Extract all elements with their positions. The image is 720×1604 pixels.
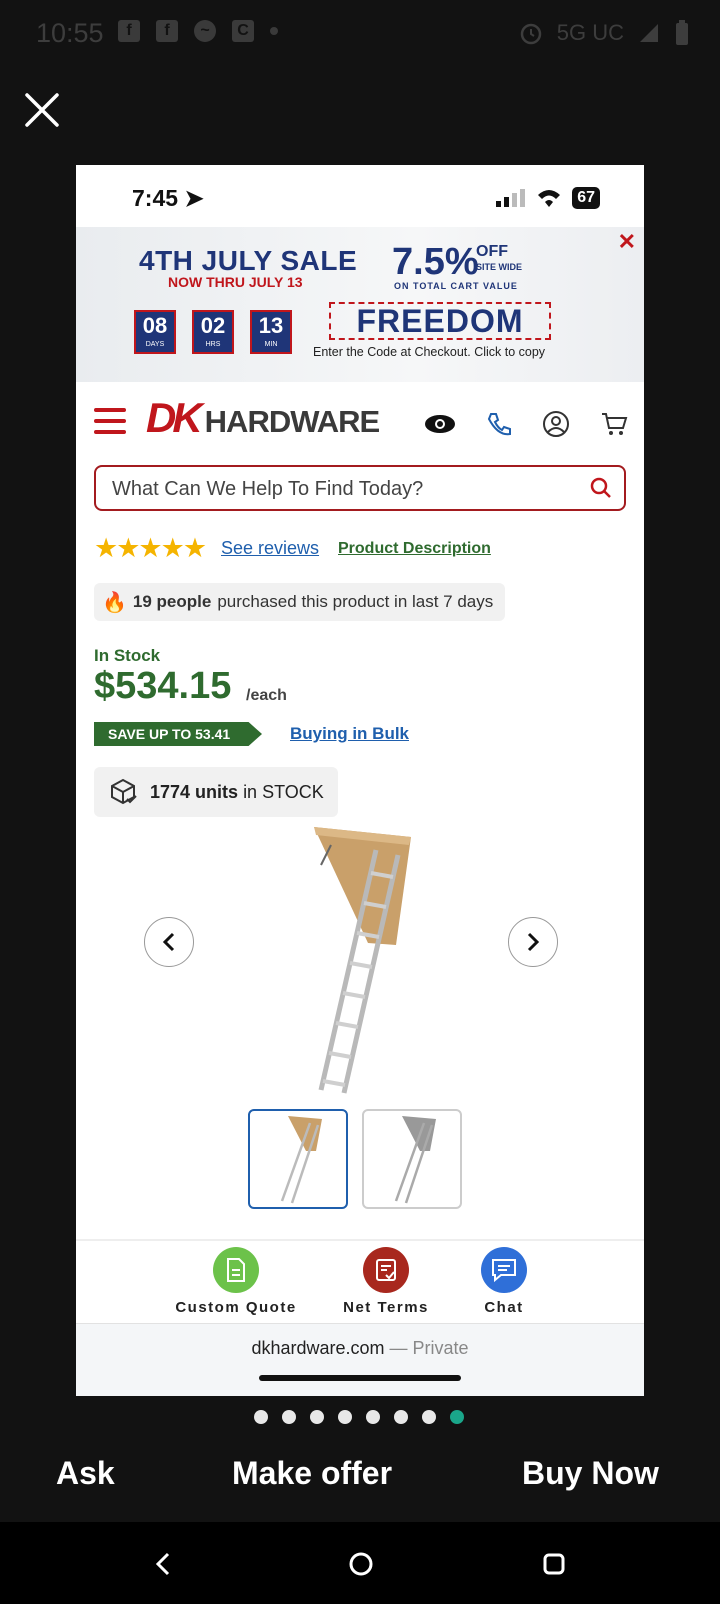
thumbnail-1[interactable] xyxy=(248,1109,348,1209)
price-unit: /each xyxy=(246,687,287,704)
search-icon[interactable] xyxy=(590,477,612,499)
discount-off: OFF SITE WIDE xyxy=(476,243,523,273)
header-icons xyxy=(424,410,628,438)
chat-button[interactable]: Chat xyxy=(434,1247,574,1316)
c-icon: C xyxy=(232,20,254,42)
stock-status: In Stock xyxy=(94,646,161,665)
status-time: 10:55 xyxy=(36,18,104,48)
pager-dot[interactable] xyxy=(254,1410,268,1424)
ios-time: 7:45 ➤ xyxy=(132,185,204,211)
countdown-hours: 02 HRS xyxy=(192,310,234,354)
signal-icon xyxy=(640,24,658,42)
ios-status-icons: 67 xyxy=(496,187,600,209)
image-pager xyxy=(254,1410,464,1424)
sale-subtitle: NOW THRU JULY 13 xyxy=(168,274,303,290)
notification-icons: f f ~ C xyxy=(118,20,278,42)
messenger-icon: ~ xyxy=(194,20,216,42)
cart-note: ON TOTAL CART VALUE xyxy=(394,281,518,291)
cell-signal-icon xyxy=(496,189,526,207)
custom-quote-button[interactable]: Custom Quote xyxy=(166,1247,306,1316)
search-bar[interactable] xyxy=(94,465,626,511)
pager-dot[interactable] xyxy=(282,1410,296,1424)
units-in-stock: 1774 units in STOCK xyxy=(94,767,338,817)
promo-code-hint: Enter the Code at Checkout. Click to cop… xyxy=(313,345,546,359)
pager-dot[interactable] xyxy=(394,1410,408,1424)
recents-icon[interactable] xyxy=(542,1552,566,1576)
countdown-days: 08 DAYS xyxy=(134,310,176,354)
pager-dot[interactable] xyxy=(338,1410,352,1424)
thumbnail-2[interactable] xyxy=(362,1109,462,1209)
search-input[interactable] xyxy=(110,475,574,503)
home-icon[interactable] xyxy=(348,1551,374,1577)
network-label: 5G UC xyxy=(556,20,624,45)
site-logo[interactable]: DK HARDWARE xyxy=(146,394,380,442)
clipboard-check-icon xyxy=(363,1247,409,1293)
ladder-thumbnail xyxy=(280,1116,322,1204)
next-image-button[interactable] xyxy=(508,917,558,967)
rating-stars: ★★★★★ xyxy=(94,533,207,563)
banner-close-icon[interactable]: ✕ xyxy=(618,229,636,255)
promo-code[interactable]: FREEDOM xyxy=(329,302,551,340)
browser-url-bar: dkhardware.com — Private xyxy=(76,1323,644,1396)
more-dot-icon xyxy=(270,27,278,35)
sale-banner[interactable]: 4TH JULY SALE NOW THRU JULY 13 7.5% OFF S… xyxy=(76,227,644,382)
eye-icon[interactable] xyxy=(424,413,456,435)
document-icon xyxy=(213,1247,259,1293)
account-icon[interactable] xyxy=(542,410,570,438)
pager-dot[interactable] xyxy=(310,1410,324,1424)
see-reviews-link[interactable]: See reviews xyxy=(221,538,319,559)
listing-photo: 7:45 ➤ 67 4TH JULY SALE NOW THRU JULY 13… xyxy=(76,165,644,1396)
cart-icon[interactable] xyxy=(600,410,628,438)
pager-dot-active[interactable] xyxy=(450,1410,464,1424)
close-icon[interactable] xyxy=(24,92,60,128)
chevron-right-icon xyxy=(527,932,540,952)
status-right: 5G UC xyxy=(519,20,690,46)
buy-now-button[interactable]: Buy Now xyxy=(522,1455,659,1492)
back-icon[interactable] xyxy=(152,1552,174,1576)
pager-dot[interactable] xyxy=(366,1410,380,1424)
countdown-minutes: 13 MIN xyxy=(250,310,292,354)
discount-percent: 7.5% xyxy=(392,241,479,283)
pager-dot[interactable] xyxy=(422,1410,436,1424)
android-nav-bar xyxy=(0,1522,720,1604)
box-check-icon xyxy=(111,778,137,805)
battery-level: 67 xyxy=(572,187,600,209)
fire-icon: 🔥 xyxy=(102,591,127,614)
phone-icon[interactable] xyxy=(486,411,512,437)
facebook-icon: f xyxy=(156,20,178,42)
battery-icon xyxy=(676,20,688,45)
android-status-bar: 10:55 f f ~ C 5G UC xyxy=(0,0,720,70)
facebook-icon: f xyxy=(118,20,140,42)
product-description-link[interactable]: Product Description xyxy=(338,540,491,558)
ladder-image xyxy=(314,827,411,1094)
bulk-link[interactable]: Buying in Bulk xyxy=(290,724,409,744)
url-text: dkhardware.com — Private xyxy=(251,1338,469,1358)
chat-icon xyxy=(481,1247,527,1293)
ladder-thumbnail xyxy=(394,1116,436,1204)
purchase-note: 🔥 19 people purchased this product in la… xyxy=(94,583,506,621)
location-arrow-icon: ➤ xyxy=(184,185,204,211)
ios-status-bar: 7:45 ➤ 67 xyxy=(76,165,644,227)
site-header: DK HARDWARE xyxy=(76,382,644,462)
site-action-bar: Custom Quote Net Terms Chat xyxy=(76,1239,644,1325)
product-price: $534.15 xyxy=(94,665,232,707)
listing-actions: Ask Make offer Buy Now xyxy=(0,1455,720,1525)
save-badge: SAVE UP TO 53.41 xyxy=(94,722,262,746)
ask-button[interactable]: Ask xyxy=(56,1455,115,1492)
wifi-icon xyxy=(538,190,561,207)
chevron-left-icon xyxy=(162,932,175,952)
menu-icon[interactable] xyxy=(94,408,126,441)
home-indicator xyxy=(259,1375,461,1381)
sale-title: 4TH JULY SALE xyxy=(139,245,358,276)
prev-image-button[interactable] xyxy=(144,917,194,967)
make-offer-button[interactable]: Make offer xyxy=(232,1455,392,1492)
alarm-icon xyxy=(520,23,541,45)
